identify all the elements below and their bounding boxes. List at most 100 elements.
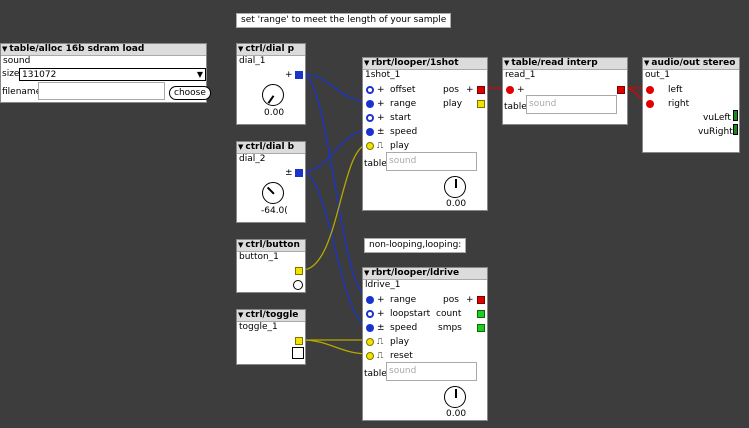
readinterp-header: ▼ table/read interp [503,58,627,70]
toggle-checkbox[interactable] [292,347,304,359]
outlet-count[interactable] [477,310,485,318]
dial-b-outlet[interactable] [295,169,303,177]
readinterp-outlet[interactable] [617,86,625,94]
collapse-triangle-icon[interactable]: ▼ [504,58,509,69]
inlet-offset-label: offset [390,85,416,95]
dial-p-knob[interactable] [262,84,284,106]
outlet-pos-sign: + [466,85,474,95]
dial-p-title: ctrl/dial p [245,44,295,54]
outlet-pos[interactable] [477,296,485,304]
ldrive-title: rbrt/looper/ldrive [371,268,460,278]
ldrive-object[interactable]: ▼ rbrt/looper/ldrive ldrive_1 + range + l… [362,267,488,421]
inlet-loopstart-sign: + [377,309,385,319]
inlet-range[interactable] [366,100,374,108]
inlet-left[interactable] [646,86,654,94]
outlet-smps[interactable] [477,324,485,332]
oneshot-header: ▼ rbrt/looper/1shot [363,58,487,70]
size-select[interactable]: 131072 ▼ [19,68,206,81]
inlet-speed[interactable] [366,324,374,332]
dial-b-object[interactable]: ▼ ctrl/dial b dial_2 ± -64.0( [236,141,306,223]
ldrive-header: ▼ rbrt/looper/ldrive [363,268,487,280]
collapse-triangle-icon[interactable]: ▼ [238,240,243,251]
oneshot-instance: 1shot_1 [365,70,401,80]
dial-b-instance: dial_2 [239,154,266,164]
inlet-play[interactable] [366,142,374,150]
inlet-start[interactable] [366,114,374,122]
dial-p-outlet[interactable] [295,71,303,79]
gate-icon: ⎍ [377,337,384,347]
inlet-play[interactable] [366,338,374,346]
inlet-range-label: range [390,295,417,305]
toggle-object[interactable]: ▼ ctrl/toggle toggle_1 [236,309,306,365]
outlet-play[interactable] [477,100,485,108]
table-field[interactable]: sound [386,152,477,171]
ldrive-knob[interactable] [444,386,466,408]
button-instance: button_1 [239,252,279,262]
toggle-outlet[interactable] [295,337,303,345]
comment-range-hint: set 'range' to meet the length of your s… [236,13,452,28]
table-field[interactable]: sound [526,95,617,114]
collapse-triangle-icon[interactable]: ▼ [364,268,369,279]
inlet-loopstart[interactable] [366,310,374,318]
dial-b-header: ▼ ctrl/dial b [237,142,305,154]
oneshot-knob-value: 0.00 [446,199,467,209]
alloc-object[interactable]: ▼ table/alloc 16b sdram load sound size 1… [0,43,211,103]
readinterp-instance: read_1 [505,70,536,80]
inlet-speed[interactable] [366,128,374,136]
inlet-range-sign: + [377,99,385,109]
table-label: table [364,159,387,169]
outlet-pos[interactable] [477,86,485,94]
collapse-triangle-icon[interactable]: ▼ [2,44,7,55]
vu-right-meter [733,124,738,135]
outlet-pos-label: pos [443,85,459,95]
inlet-start-label: start [390,113,411,123]
inlet-offset[interactable] [366,86,374,94]
size-label: size [2,69,20,79]
readinterp-object[interactable]: ▼ table/read interp read_1 + table sound [502,57,628,125]
oneshot-object[interactable]: ▼ rbrt/looper/1shot 1shot_1 + offset + ra… [362,57,488,211]
alloc-header: ▼ table/alloc 16b sdram load [1,44,206,56]
collapse-triangle-icon[interactable]: ▼ [364,58,369,69]
collapse-triangle-icon[interactable]: ▼ [238,310,243,321]
readinterp-inlet[interactable] [506,86,514,94]
inlet-speed-sign: ± [377,323,385,333]
oneshot-knob[interactable] [444,176,466,198]
comment-looping-hint: non-looping,looping: [364,238,467,253]
inlet-reset[interactable] [366,352,374,360]
wire-dial1-range [301,73,370,103]
inlet-offset-sign: + [377,85,385,95]
inlet-play-label: play [390,337,410,347]
wire-dial2-speed [301,129,370,173]
inlet-right[interactable] [646,100,654,108]
choose-button[interactable]: choose [169,86,211,100]
filename-field[interactable] [38,82,165,100]
button-object[interactable]: ▼ ctrl/button button_1 [236,239,306,293]
inlet-range[interactable] [366,296,374,304]
dial-b-knob[interactable] [262,182,284,204]
filename-label: filename [2,87,42,97]
collapse-triangle-icon[interactable]: ▼ [238,44,243,55]
inlet-speed-label: speed [390,323,418,333]
toggle-instance: toggle_1 [239,322,278,332]
outlet-pos-label: pos [443,295,459,305]
collapse-triangle-icon[interactable]: ▼ [238,142,243,153]
audioout-object[interactable]: ▼ audio/out stereo out_1 left right vuLef… [642,57,740,153]
dial-b-title: ctrl/dial b [245,142,295,152]
inlet-right-label: right [668,99,690,109]
size-value: 131072 [22,70,57,80]
audioout-instance: out_1 [645,70,670,80]
inlet-speed-sign: ± [377,127,385,137]
alloc-title: table/alloc 16b sdram load [9,44,145,54]
toggle-title: ctrl/toggle [245,310,299,320]
inlet-play-label: play [390,141,410,151]
inlet-start-sign: + [377,113,385,123]
readinterp-title: table/read interp [511,58,598,68]
bang-button[interactable] [293,280,303,290]
dial-p-object[interactable]: ▼ ctrl/dial p dial_1 + 0.00 [236,43,306,125]
inlet-reset-label: reset [390,351,413,361]
button-outlet[interactable] [295,267,303,275]
table-field[interactable]: sound [386,362,477,381]
collapse-triangle-icon[interactable]: ▼ [644,58,649,69]
trigger-icon: ⎍ [377,141,384,151]
dial-b-sign: ± [285,168,293,178]
